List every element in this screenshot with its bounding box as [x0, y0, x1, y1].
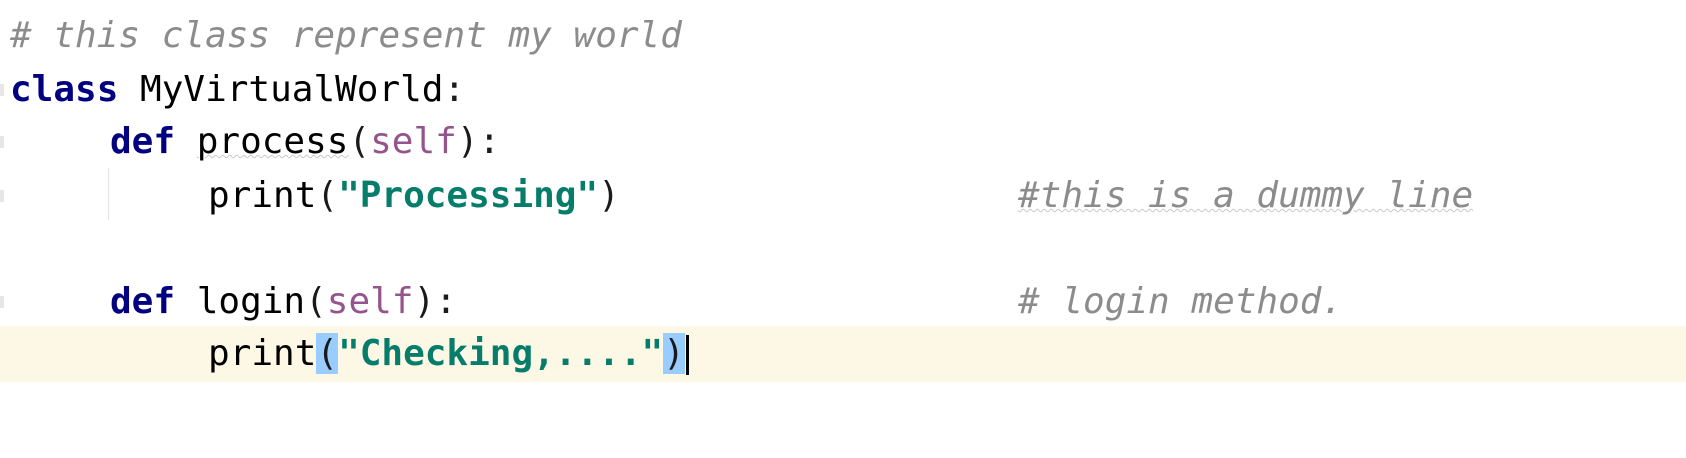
method-name: login: [196, 281, 306, 322]
class-declaration: class MyVirtualWorld:: [10, 62, 465, 118]
print-statement: print("Checking,...."): [208, 326, 689, 382]
text-caret: [685, 335, 689, 375]
self-param: self: [370, 121, 457, 162]
matched-close-paren: ): [663, 333, 685, 374]
method-declaration: def login(self):: [110, 274, 457, 330]
code-line-7-current[interactable]: print("Checking,...."): [0, 326, 1686, 382]
string-literal: "Processing": [338, 175, 599, 216]
code-line-5[interactable]: [0, 222, 1686, 278]
code-line-1[interactable]: # this class represent my world: [0, 8, 1686, 64]
open-paren: (: [316, 175, 339, 216]
trailing-comment: #this is a dummy line: [1018, 175, 1474, 216]
keyword-class: class: [10, 69, 119, 110]
method-declaration: def process(self):: [110, 114, 500, 170]
trailing-comment: # login method.: [1018, 281, 1344, 322]
class-name: MyVirtualWorld: [118, 69, 444, 110]
colon-punct: :: [443, 69, 466, 110]
comment-text: # this class represent my world: [10, 15, 682, 56]
code-editor[interactable]: # this class represent my world class My…: [0, 0, 1686, 458]
matched-open-paren: (: [316, 333, 339, 374]
print-call: print: [208, 175, 317, 216]
close-paren: ):: [413, 281, 457, 322]
close-paren: ): [598, 175, 620, 216]
code-line-4[interactable]: print("Processing") #this is a dummy lin…: [0, 168, 1686, 224]
keyword-def: def: [110, 281, 176, 322]
code-line-3[interactable]: def process(self):: [0, 114, 1686, 170]
self-param: self: [326, 281, 414, 322]
code-line-6[interactable]: def login(self): # login method.: [0, 274, 1686, 330]
print-statement: print("Processing"): [208, 168, 620, 224]
open-paren: (: [305, 281, 327, 322]
string-literal: "Checking,....": [338, 333, 664, 374]
close-paren: ):: [456, 121, 501, 162]
keyword-def: def: [110, 121, 176, 162]
method-name: process: [196, 121, 349, 162]
open-paren: (: [348, 121, 371, 162]
code-line-2[interactable]: class MyVirtualWorld:: [0, 62, 1686, 118]
print-call: print: [208, 333, 317, 374]
